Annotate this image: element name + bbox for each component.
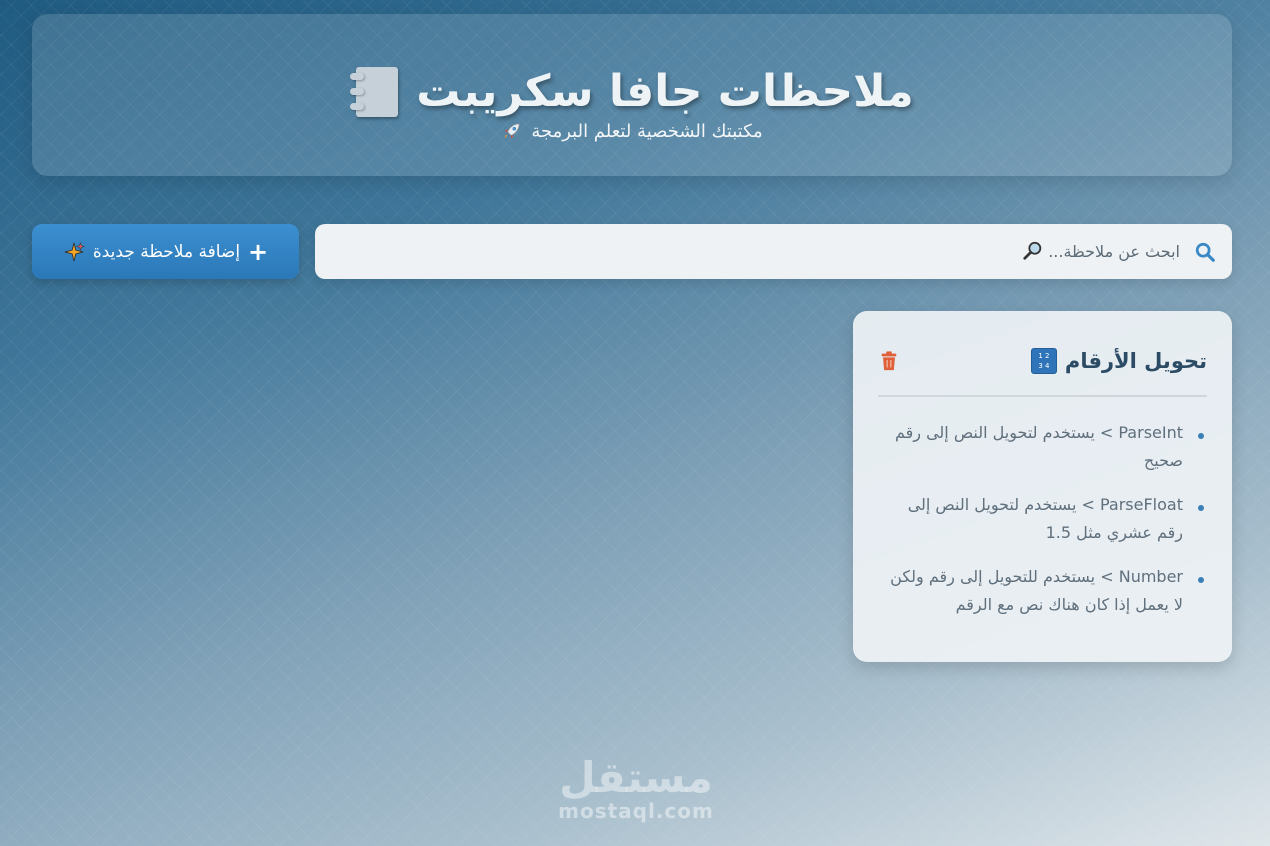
bullet-icon bbox=[1198, 577, 1204, 583]
note-title-wrap: تحويل الأرقام 1 23 4 bbox=[1030, 348, 1207, 374]
plus-icon: + bbox=[248, 237, 269, 266]
add-note-label: إضافة ملاحظة جديدة bbox=[92, 241, 241, 262]
page-subtitle: مكتبتك الشخصية لتعلم البرمجة bbox=[32, 120, 1232, 142]
watermark-arabic: مستقل bbox=[559, 753, 713, 802]
note-title: تحويل الأرقام bbox=[1064, 349, 1207, 373]
note-divider bbox=[878, 395, 1207, 397]
note-card-header: تحويل الأرقام 1 23 4 bbox=[878, 341, 1207, 381]
search-icon bbox=[1194, 241, 1216, 263]
note-card: تحويل الأرقام 1 23 4 ParseInt > يستخدم ل… bbox=[853, 311, 1232, 662]
list-item-text: ParseInt > يستخدم لتحويل النص إلى رقم صح… bbox=[894, 423, 1183, 470]
search-input[interactable] bbox=[340, 242, 1180, 261]
list-item-text: Number > يستخدم للتحويل إلى رقم ولكن لا … bbox=[890, 567, 1183, 614]
notebook-icon bbox=[350, 66, 399, 117]
subtitle-text: مكتبتك الشخصية لتعلم البرمجة bbox=[531, 120, 763, 142]
watermark: مستقل mostaql.com bbox=[556, 753, 716, 823]
page-title: ملاحظات جافا سكريبت bbox=[416, 66, 914, 117]
note-items: ParseInt > يستخدم لتحويل النص إلى رقم صح… bbox=[878, 419, 1207, 635]
list-item: Number > يستخدم للتحويل إلى رقم ولكن لا … bbox=[878, 563, 1207, 619]
rocket-icon bbox=[501, 120, 523, 142]
watermark-latin: mostaql.com bbox=[558, 799, 714, 823]
list-item-text: ParseFloat > يستخدم لتحويل النص إلى رقم … bbox=[907, 495, 1183, 542]
title-row: ملاحظات جافا سكريبت bbox=[32, 66, 1232, 117]
bullet-icon bbox=[1198, 433, 1204, 439]
bullet-icon bbox=[1198, 505, 1204, 511]
add-note-button[interactable]: + إضافة ملاحظة جديدة bbox=[32, 224, 299, 279]
list-item: ParseInt > يستخدم لتحويل النص إلى رقم صح… bbox=[878, 419, 1207, 475]
page-header: ملاحظات جافا سكريبت مكتبتك الشخصية لتعلم… bbox=[32, 14, 1232, 176]
magnifier-icon bbox=[1022, 240, 1044, 262]
sparkle-icon bbox=[63, 241, 85, 263]
search-bar[interactable] bbox=[315, 224, 1232, 279]
trash-icon[interactable] bbox=[878, 349, 900, 373]
list-item: ParseFloat > يستخدم لتحويل النص إلى رقم … bbox=[878, 491, 1207, 547]
numbers-icon: 1 23 4 bbox=[1030, 348, 1057, 374]
